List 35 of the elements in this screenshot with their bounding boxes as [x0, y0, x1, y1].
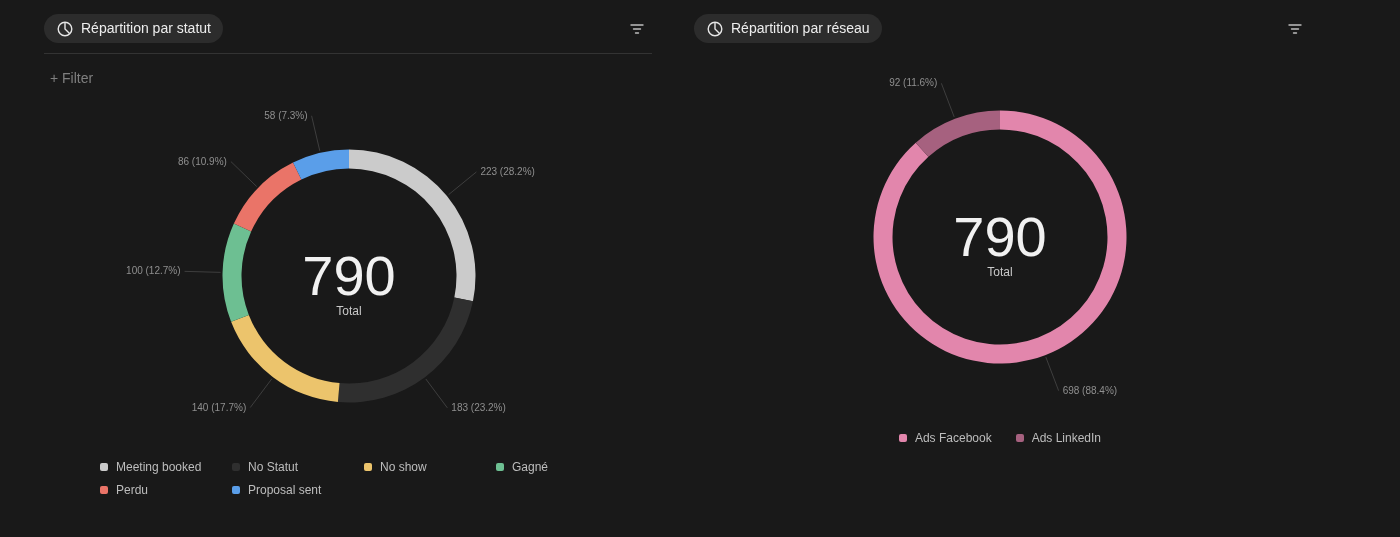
value-label: 140 (17.7%) — [191, 401, 247, 413]
add-filter-button[interactable]: + Filter — [50, 68, 94, 89]
legend-label: Perdu — [116, 482, 149, 499]
legend-label: Ads LinkedIn — [1031, 430, 1102, 447]
leader-line — [1045, 356, 1060, 392]
value-label: 223 (28.2%) — [480, 165, 535, 177]
total-value: 790 — [953, 205, 1047, 268]
chart-title-pill[interactable]: Répartition par réseau — [694, 14, 882, 43]
legend-label: Ads Facebook — [914, 430, 992, 447]
legend-label: Proposal sent — [248, 482, 322, 499]
legend-label: No Statut — [248, 459, 299, 476]
leader-line — [448, 171, 477, 196]
leader-line — [184, 270, 222, 273]
leader-line — [230, 161, 258, 188]
filter-icon[interactable] — [630, 23, 644, 34]
total-value: 790 — [302, 244, 396, 307]
leader-line — [425, 378, 448, 409]
legend-label: No show — [380, 459, 427, 476]
value-label: 58 (7.3%) — [264, 109, 308, 121]
total-label: Total — [987, 265, 1013, 279]
leader-line — [940, 82, 955, 118]
legend-label: Gagné — [512, 459, 549, 476]
value-label: 100 (12.7%) — [126, 265, 181, 277]
value-label: 92 (11.6%) — [889, 77, 938, 89]
chart-title: Répartition par réseau — [731, 19, 870, 38]
leader-line — [249, 378, 273, 409]
value-label: 183 (23.2%) — [451, 401, 506, 413]
value-label: 698 (88.4%) — [1062, 384, 1118, 396]
chart-title: Répartition par statut — [81, 19, 211, 38]
value-label: 86 (10.9%) — [177, 155, 227, 167]
filter-icon[interactable] — [1288, 23, 1302, 34]
chart-title-pill[interactable]: Répartition par statut — [44, 14, 223, 43]
legend-label: Meeting booked — [116, 459, 202, 476]
leader-line — [311, 115, 321, 152]
total-label: Total — [336, 304, 362, 318]
